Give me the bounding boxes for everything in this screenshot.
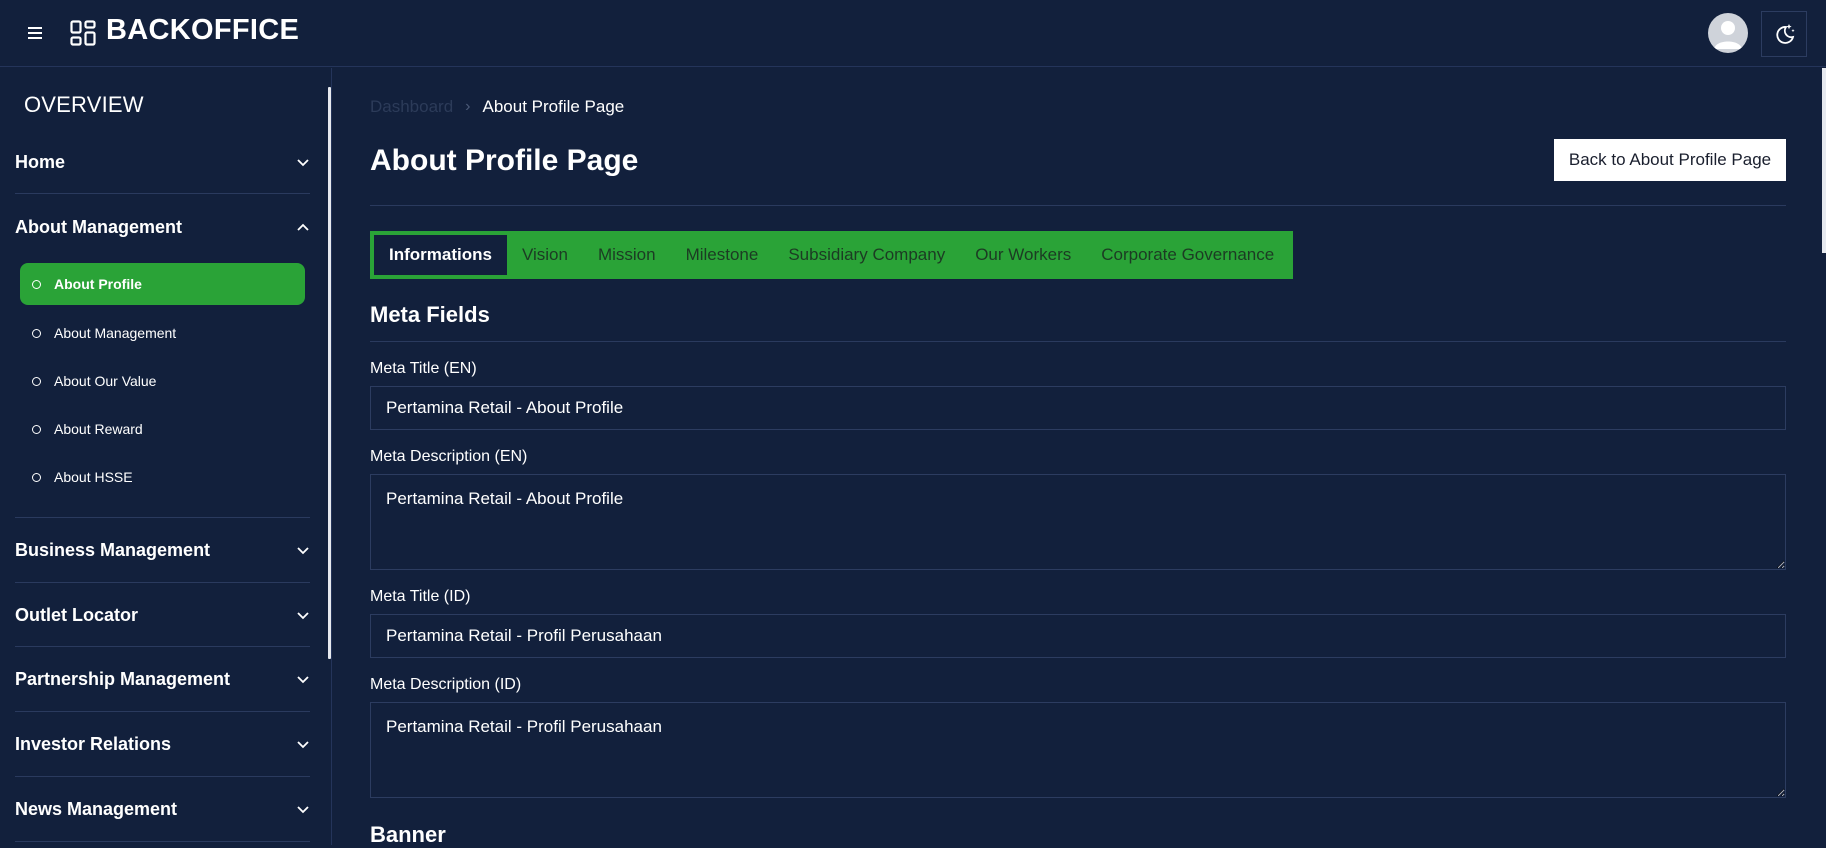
- divider: [15, 841, 310, 842]
- sidebar-item-about-reward[interactable]: About Reward: [20, 408, 305, 450]
- meta-title-en-label: Meta Title (EN): [370, 360, 477, 377]
- hamburger-icon[interactable]: [24, 24, 46, 42]
- sidebar-group-label: Home: [15, 151, 66, 172]
- breadcrumb: Dashboard › About Profile Page: [370, 97, 624, 117]
- back-button[interactable]: Back to About Profile Page: [1554, 139, 1786, 181]
- breadcrumb-current: About Profile Page: [482, 97, 625, 116]
- circle-bullet-icon: [32, 279, 41, 289]
- chevron-up-icon: [297, 223, 309, 231]
- user-avatar-icon[interactable]: [1708, 13, 1748, 53]
- tab-our-workers[interactable]: Our Workers: [960, 235, 1086, 275]
- brand-title[interactable]: BACKOFFICE: [106, 14, 299, 47]
- tab-vision[interactable]: Vision: [507, 235, 583, 275]
- divider: [370, 341, 1786, 342]
- meta-title-id-input[interactable]: [370, 614, 1786, 658]
- tab-informations[interactable]: Informations: [374, 235, 507, 275]
- meta-title-en-input[interactable]: [370, 386, 1786, 430]
- grid-dashboard-icon: [70, 20, 96, 46]
- sidebar-item-label: About Profile: [54, 276, 142, 292]
- moon-stars-icon: [1776, 24, 1795, 44]
- chevron-down-icon: [297, 547, 309, 555]
- theme-toggle-button[interactable]: [1761, 11, 1807, 57]
- page-scrollbar[interactable]: [1822, 68, 1826, 253]
- breadcrumb-link-dashboard[interactable]: Dashboard: [370, 97, 453, 117]
- chevron-right-icon: ›: [465, 98, 471, 115]
- section-title-meta-fields: Meta Fields: [370, 302, 490, 327]
- sidebar-scrollbar[interactable]: [328, 87, 331, 659]
- sidebar-group-partnership-management[interactable]: Partnership Management: [15, 647, 310, 711]
- chevron-down-icon: [297, 741, 309, 749]
- chevron-down-icon: [297, 159, 309, 167]
- sidebar-group-label: About Management: [15, 216, 183, 237]
- meta-description-en-textarea[interactable]: Pertamina Retail - About Profile: [370, 474, 1786, 570]
- sidebar-group-outlet-locator[interactable]: Outlet Locator: [15, 583, 310, 647]
- divider: [370, 205, 1786, 206]
- meta-description-en-label: Meta Description (EN): [370, 448, 528, 465]
- circle-bullet-icon: [32, 472, 41, 482]
- circle-bullet-icon: [32, 328, 41, 338]
- sidebar-item-label: About Management: [54, 325, 177, 341]
- chevron-down-icon: [297, 612, 309, 620]
- tab-bar: Informations Vision Mission Milestone Su…: [370, 231, 1294, 279]
- sidebar-group-label: Business Management: [15, 539, 211, 560]
- chevron-down-icon: [297, 806, 309, 814]
- meta-description-id-textarea[interactable]: Pertamina Retail - Profil Perusahaan: [370, 702, 1786, 798]
- page-title: About Profile Page: [370, 144, 639, 177]
- tab-subsidiary-company[interactable]: Subsidiary Company: [773, 235, 960, 275]
- sidebar-section-title: OVERVIEW: [24, 92, 144, 117]
- sidebar-group-home[interactable]: Home: [15, 130, 310, 194]
- meta-title-id-label: Meta Title (ID): [370, 588, 471, 605]
- circle-bullet-icon: [32, 424, 41, 434]
- sidebar-item-about-management[interactable]: About Management: [20, 312, 305, 354]
- tab-corporate-governance[interactable]: Corporate Governance: [1086, 235, 1289, 275]
- tab-mission[interactable]: Mission: [583, 235, 671, 275]
- sidebar-item-label: About HSSE: [54, 469, 133, 485]
- sidebar-group-news-management[interactable]: News Management: [15, 777, 310, 841]
- meta-description-id-label: Meta Description (ID): [370, 676, 522, 693]
- sidebar-group-label: News Management: [15, 798, 178, 819]
- sidebar-group-label: Outlet Locator: [15, 604, 139, 625]
- top-bar: BACKOFFICE: [0, 0, 1826, 67]
- sidebar-group-about-management[interactable]: About Management: [15, 195, 310, 259]
- sidebar-group-label: Investor Relations: [15, 733, 172, 754]
- sidebar-group-label: Partnership Management: [15, 668, 231, 689]
- sidebar-item-label: About Reward: [54, 421, 143, 437]
- divider: [15, 193, 310, 194]
- sidebar-item-about-profile[interactable]: About Profile: [20, 263, 305, 305]
- sidebar-item-about-our-value[interactable]: About Our Value: [20, 360, 305, 402]
- section-title-banner: Banner: [370, 822, 446, 847]
- circle-bullet-icon: [32, 376, 41, 386]
- sidebar-group-business-management[interactable]: Business Management: [15, 518, 310, 582]
- sidebar-item-about-hsse[interactable]: About HSSE: [20, 456, 305, 498]
- sidebar-item-label: About Our Value: [54, 373, 157, 389]
- chevron-down-icon: [297, 676, 309, 684]
- sidebar-group-investor-relations[interactable]: Investor Relations: [15, 712, 310, 776]
- tab-milestone[interactable]: Milestone: [671, 235, 774, 275]
